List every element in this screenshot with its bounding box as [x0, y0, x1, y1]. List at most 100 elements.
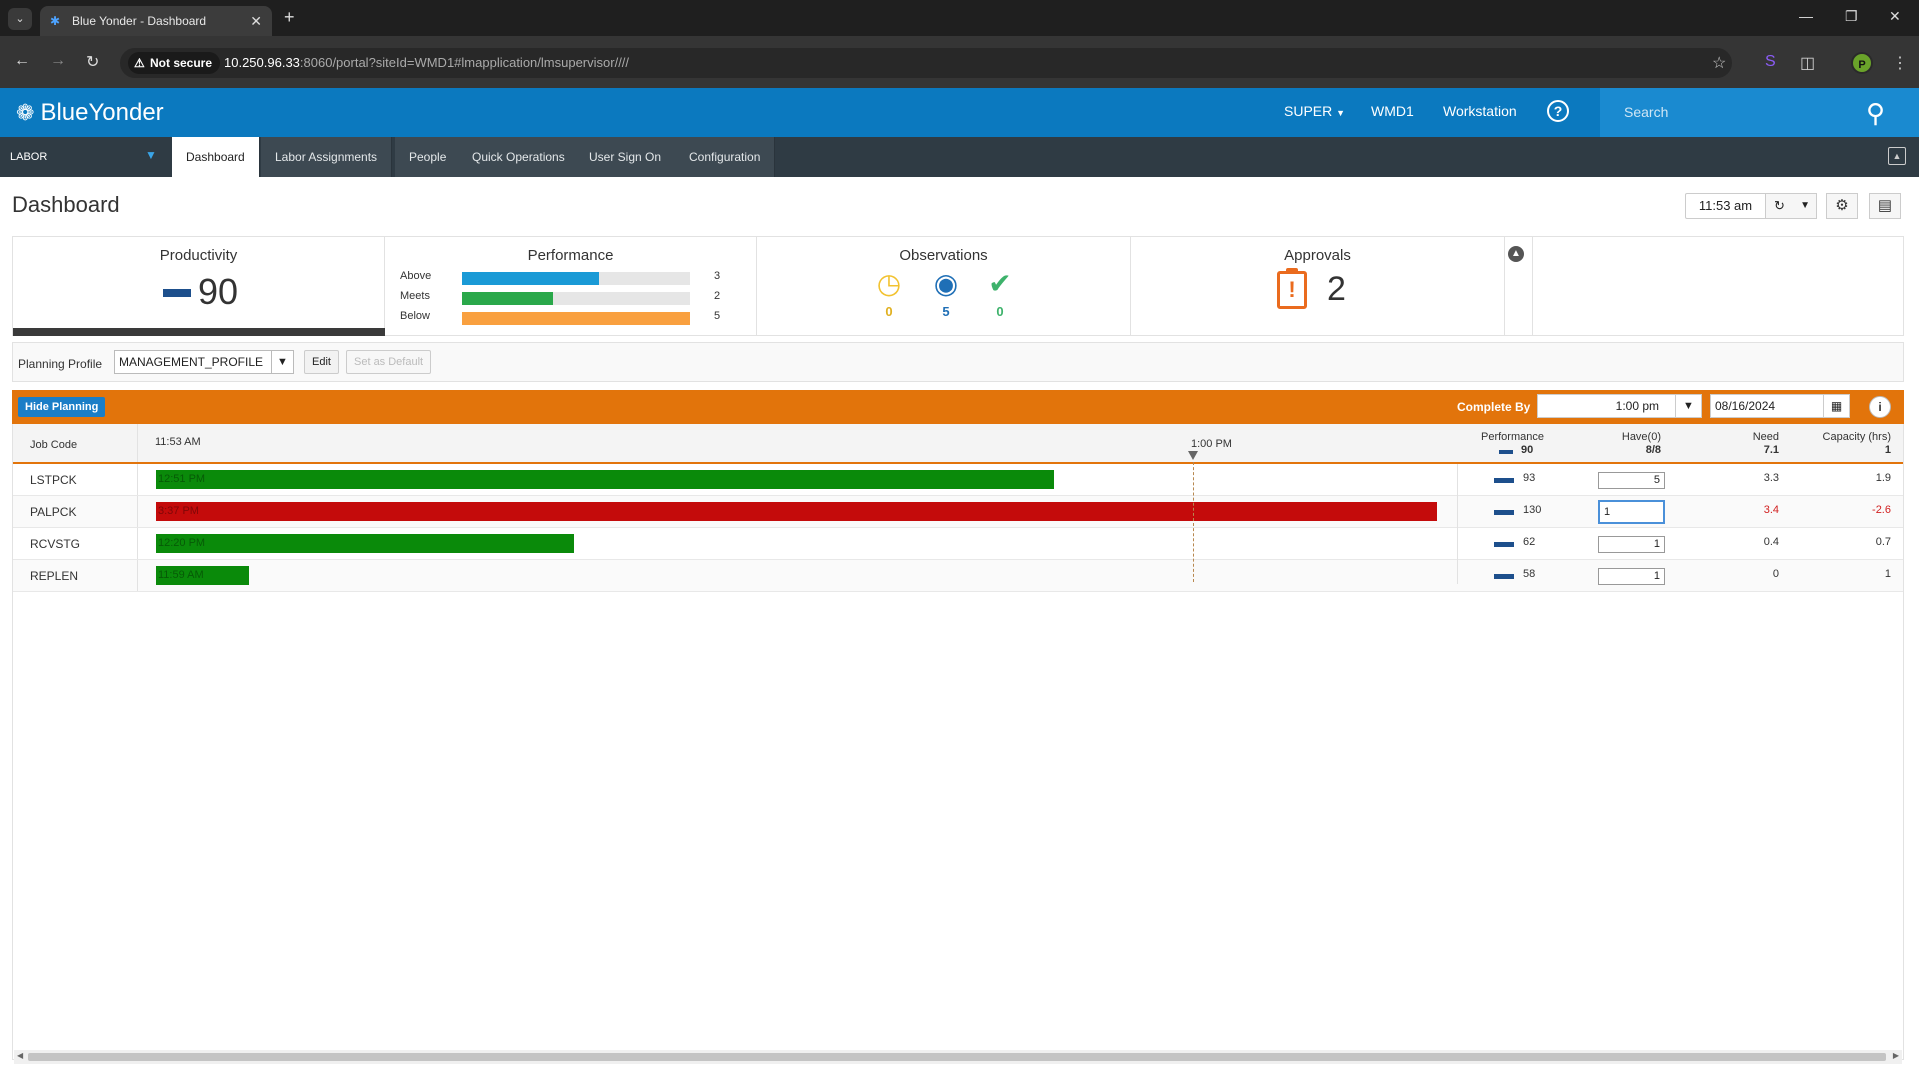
check-circle-icon[interactable]: ✔: [983, 270, 1017, 298]
have-input[interactable]: 1: [1598, 536, 1665, 553]
edit-button[interactable]: Edit: [304, 350, 339, 374]
job-code: PALPCK: [30, 505, 77, 519]
browser-menu-icon[interactable]: ⋮: [1892, 53, 1908, 73]
bar-end-time: 12:20 PM: [158, 537, 206, 549]
chevron-down-icon[interactable]: ▼: [271, 351, 293, 373]
productivity-title: Productivity: [159, 247, 238, 264]
table-row[interactable]: PALPCK 3:37 PM 130 1 3.4 -2.6: [13, 496, 1903, 528]
eye-icon[interactable]: ◉: [929, 270, 963, 298]
extension-s-icon[interactable]: S: [1765, 53, 1776, 71]
col-have[interactable]: Have(0): [1593, 431, 1661, 443]
new-tab-button[interactable]: +: [284, 7, 295, 28]
planning-profile-select[interactable]: MANAGEMENT_PROFILE ▼: [114, 350, 294, 374]
browser-tab[interactable]: ✱ Blue Yonder - Dashboard ✕: [40, 6, 272, 36]
productivity-selected-bar: [13, 328, 385, 336]
site-link[interactable]: WMD1: [1371, 103, 1414, 119]
set-as-default-button[interactable]: Set as Default: [346, 350, 432, 374]
tab-user-sign-on[interactable]: User Sign On: [575, 137, 677, 177]
page-title: Dashboard: [12, 192, 120, 217]
calendar-icon[interactable]: ▦: [1823, 395, 1849, 417]
timeline-bar[interactable]: 12:20 PM: [156, 534, 574, 553]
performance-row[interactable]: Above 3: [0, 270, 720, 286]
restore-window-icon[interactable]: ❐: [1845, 8, 1858, 25]
tab-quick-operations[interactable]: Quick Operations: [458, 137, 580, 177]
not-secure-badge[interactable]: ⚠ Not secure: [128, 52, 221, 74]
forward-arrow-icon[interactable]: →: [50, 52, 66, 70]
workstation-link[interactable]: Workstation: [1443, 103, 1517, 119]
performance-row[interactable]: Meets 2: [0, 290, 720, 306]
extensions-puzzle-icon[interactable]: ◫: [1800, 53, 1815, 73]
tab-dashboard[interactable]: Dashboard: [172, 137, 260, 177]
performance-row[interactable]: Below 5: [0, 310, 720, 326]
clipboard-alert-icon[interactable]: !: [1277, 268, 1307, 309]
table-row[interactable]: REPLEN 11:59 AM 58 1 0 1: [13, 560, 1903, 592]
observation-count-pending: 0: [885, 304, 893, 319]
row-performance: 130: [1523, 504, 1542, 516]
module-chevron-down-icon[interactable]: ▼: [145, 148, 157, 162]
column-divider: [137, 496, 138, 527]
chevron-down-icon[interactable]: ▼: [1675, 395, 1701, 417]
timeline-bar[interactable]: 11:59 AM: [156, 566, 249, 585]
help-icon[interactable]: ?: [1547, 100, 1569, 122]
column-divider: [137, 424, 138, 462]
scroll-right-icon[interactable]: ▶: [1893, 1051, 1899, 1060]
col-need[interactable]: Need: [1713, 431, 1779, 443]
module-selector[interactable]: LABOR: [10, 151, 47, 163]
timeline-start-time: 11:53 AM: [155, 436, 201, 448]
collapse-header-icon[interactable]: ▲: [1888, 147, 1906, 165]
profile-avatar[interactable]: P: [1851, 52, 1873, 74]
info-icon[interactable]: i: [1869, 396, 1891, 418]
back-arrow-icon[interactable]: ←: [14, 52, 30, 70]
column-divider: [137, 528, 138, 559]
have-input[interactable]: 1: [1598, 500, 1665, 524]
complete-by-time-select[interactable]: 1:00 pm ▼: [1537, 394, 1702, 418]
search-icon[interactable]: ⚲: [1866, 98, 1885, 129]
performance-bar-fill: [462, 312, 690, 325]
tab-search-button[interactable]: ⌄: [8, 8, 32, 30]
bookmark-star-icon[interactable]: ☆: [1712, 53, 1726, 73]
complete-by-label: Complete By: [1457, 400, 1531, 414]
row-performance: 62: [1523, 536, 1536, 548]
timeline-bar[interactable]: 3:37 PM: [156, 502, 1437, 521]
scroll-left-icon[interactable]: ◀: [17, 1051, 23, 1060]
table-row[interactable]: RCVSTG 12:20 PM 62 1 0.4 0.7: [13, 528, 1903, 560]
blueyonder-logo[interactable]: ❁ BlueYonder: [16, 99, 164, 127]
clock-icon[interactable]: ◷: [872, 270, 906, 298]
minimize-window-icon[interactable]: —: [1799, 8, 1813, 24]
user-menu[interactable]: SUPER ▼: [1284, 103, 1345, 119]
horizontal-scrollbar[interactable]: ◀ ▶: [14, 1050, 1902, 1064]
reload-icon[interactable]: ↻: [86, 52, 99, 72]
complete-by-date-input[interactable]: 08/16/2024 ▦: [1710, 394, 1850, 418]
have-input[interactable]: 1: [1598, 568, 1665, 585]
url-text[interactable]: 10.250.96.33:8060/portal?siteId=WMD1#lma…: [224, 55, 629, 70]
table-row[interactable]: LSTPCK 12:51 PM 93 5 3.3 1.9: [13, 464, 1903, 496]
capacity-total: 1: [1884, 444, 1891, 456]
timeline-bar[interactable]: 12:51 PM: [156, 470, 1054, 489]
tab-people[interactable]: People: [395, 137, 462, 177]
col-job-code[interactable]: Job Code: [30, 439, 77, 451]
performance-bar-fill: [462, 272, 599, 285]
col-capacity[interactable]: Capacity (hrs): [1793, 431, 1891, 443]
performance-row-count: 5: [714, 310, 721, 322]
tab-labor-assignments[interactable]: Labor Assignments: [261, 137, 393, 177]
col-performance[interactable]: Performance: [1481, 431, 1544, 443]
tab-configuration[interactable]: Configuration: [675, 137, 776, 177]
close-tab-icon[interactable]: ✕: [250, 6, 262, 36]
refresh-dropdown-icon[interactable]: ▼: [1800, 194, 1810, 218]
warning-icon: ⚠: [134, 56, 145, 70]
refresh-button[interactable]: ↻ ▼: [1765, 193, 1817, 219]
scrollbar-thumb[interactable]: [28, 1053, 1886, 1061]
row-capacity: 1: [1884, 568, 1891, 580]
have-input[interactable]: 5: [1598, 472, 1665, 489]
completion-time-marker-icon: [1188, 451, 1198, 460]
hide-planning-button[interactable]: Hide Planning: [18, 397, 106, 417]
layout-toggle-icon[interactable]: ▤: [1869, 193, 1901, 219]
close-window-icon[interactable]: ✕: [1889, 8, 1901, 25]
kpi-collapse-icon[interactable]: ▲: [1508, 246, 1524, 262]
settings-gear-icon[interactable]: ⚙: [1826, 193, 1858, 219]
performance-indicator: [1494, 574, 1514, 579]
row-capacity: 0.7: [1875, 536, 1891, 548]
row-need: 3.4: [1763, 504, 1779, 516]
refresh-icon: ↻: [1774, 198, 1785, 213]
approvals-card[interactable]: Approvals: [1131, 237, 1505, 335]
